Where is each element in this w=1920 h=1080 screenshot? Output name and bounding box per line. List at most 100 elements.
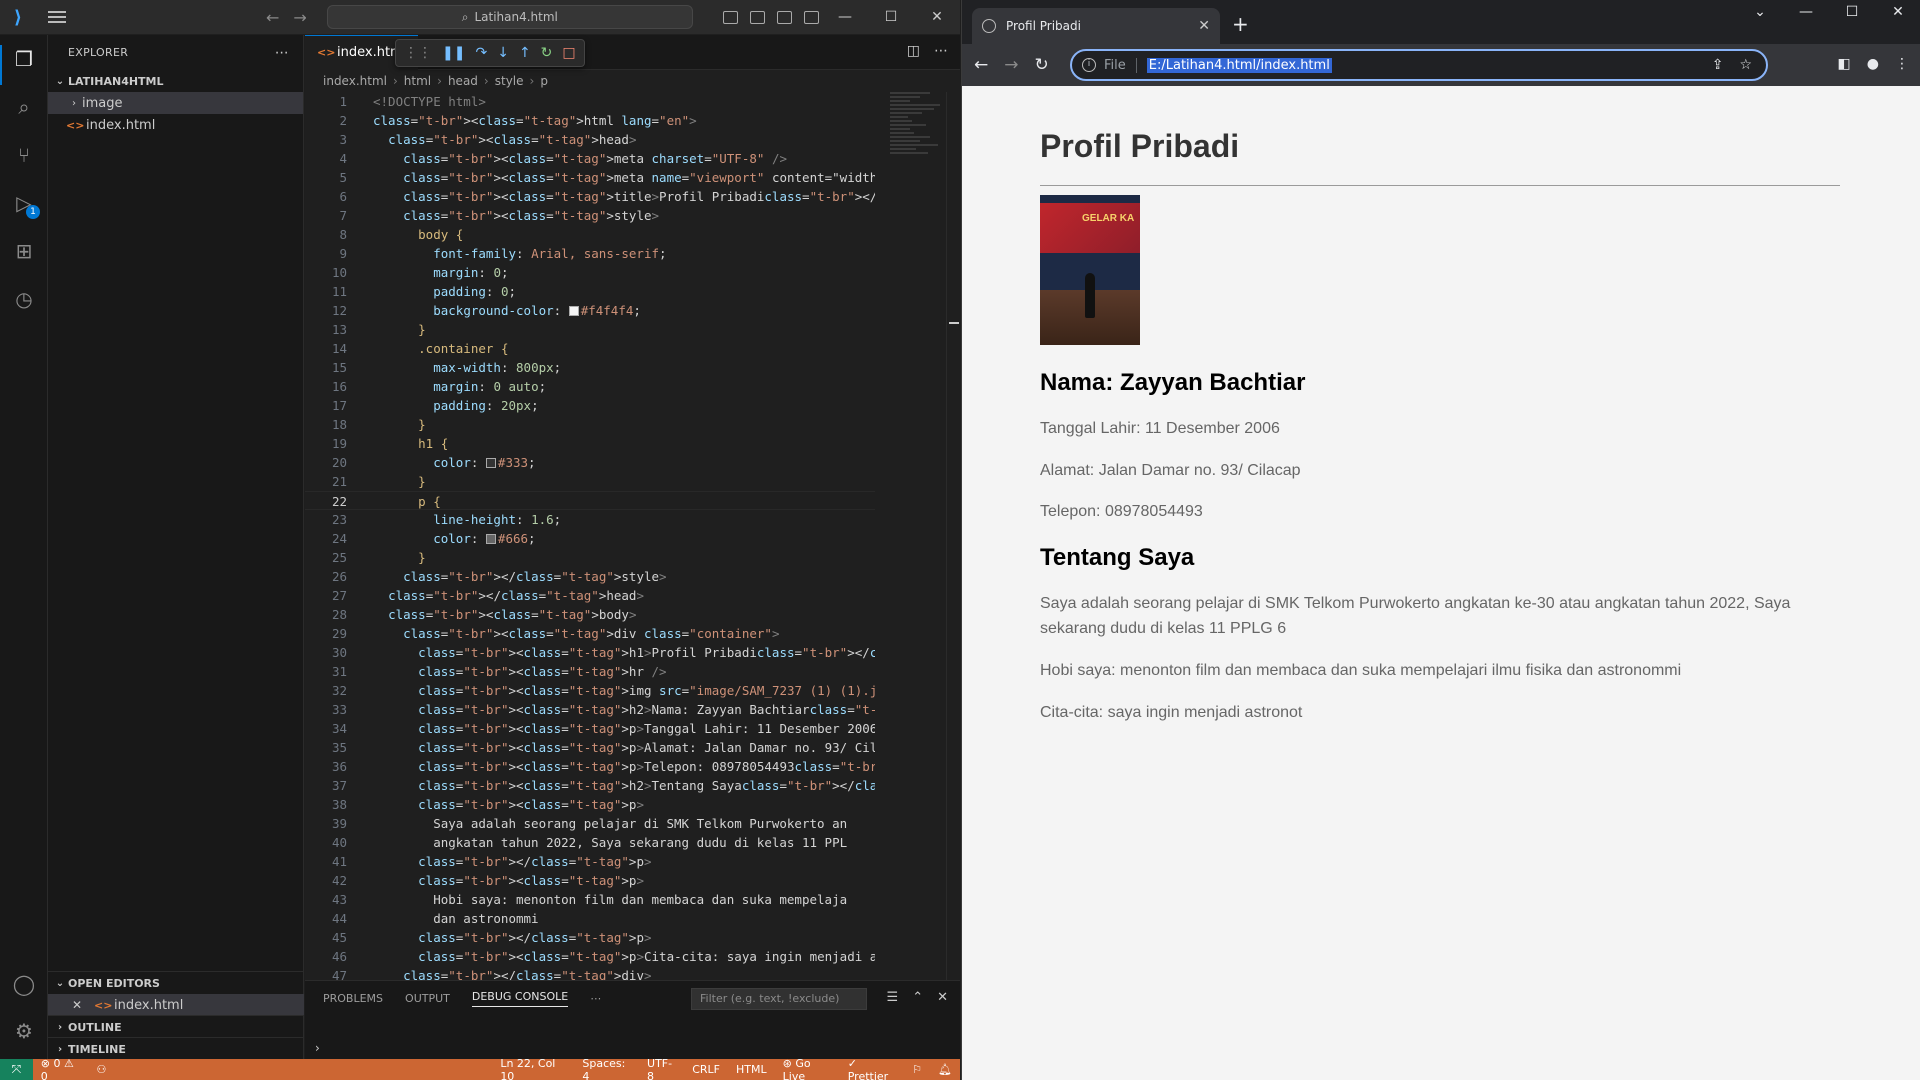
problems-status[interactable]: ⊗ 0 ⚠ 0 xyxy=(33,1057,89,1080)
maximize-icon[interactable]: ☐ xyxy=(1829,4,1875,20)
open-editor-item[interactable]: ✕ <> index.html xyxy=(48,994,304,1016)
code-line[interactable]: 35 class="t-br"><class="t-tag">p>Alamat:… xyxy=(305,738,875,757)
code-line[interactable]: 26 class="t-br"></class="t-tag">style> xyxy=(305,567,875,586)
code-line[interactable]: 20 color: #333; xyxy=(305,453,875,472)
folder-section[interactable]: ⌄ LATIHAN4HTML xyxy=(48,70,303,92)
pause-icon[interactable]: ❚❚ xyxy=(442,45,465,61)
customize-layout-icon[interactable] xyxy=(803,10,819,24)
code-line[interactable]: 25 } xyxy=(305,548,875,567)
code-line[interactable]: 38 class="t-br"><class="t-tag">p> xyxy=(305,795,875,814)
notifications-icon[interactable]: 🔔︎ xyxy=(930,1063,960,1076)
breadcrumb-item[interactable]: head xyxy=(448,74,478,88)
search-icon[interactable]: ⌕ xyxy=(12,95,36,119)
forward-arrow-icon[interactable]: → xyxy=(293,8,306,27)
close-icon[interactable]: ✕ xyxy=(1875,4,1920,20)
code-line[interactable]: 14 .container { xyxy=(305,339,875,358)
code-line[interactable]: 44 dan astronommi xyxy=(305,909,875,928)
code-line[interactable]: 18 } xyxy=(305,415,875,434)
cursor-position[interactable]: Ln 22, Col 10 xyxy=(492,1057,574,1080)
step-over-icon[interactable]: ↷ xyxy=(475,45,487,61)
maximize-panel-icon[interactable]: ⌃ xyxy=(912,990,923,1005)
code-line[interactable]: 19 h1 { xyxy=(305,434,875,453)
run-debug-icon[interactable]: ▷ 1 xyxy=(12,191,40,219)
browser-tab[interactable]: Profil Pribadi ✕ xyxy=(972,8,1220,44)
code-line[interactable]: 37 class="t-br"><class="t-tag">h2>Tentan… xyxy=(305,776,875,795)
menu-icon[interactable] xyxy=(48,11,66,23)
more-actions-icon[interactable]: ⋯ xyxy=(275,45,289,61)
code-line[interactable]: 29 class="t-br"><class="t-tag">div class… xyxy=(305,624,875,643)
extensions-icon[interactable]: ⊞ xyxy=(12,239,36,263)
eol-status[interactable]: CRLF xyxy=(684,1063,728,1076)
toggle-secondary-sidebar-icon[interactable] xyxy=(776,10,792,24)
code-line[interactable]: 47 class="t-br"></class="t-tag">div> xyxy=(305,966,875,980)
code-editor[interactable]: 1 <!DOCTYPE html> 2 class="t-br"><class="t-… xyxy=(305,92,875,980)
code-line[interactable]: 43 Hobi saya: menonton film dan membaca … xyxy=(305,890,875,909)
console-filter-input[interactable]: Filter (e.g. text, !exclude) xyxy=(691,988,867,1010)
minimize-icon[interactable]: — xyxy=(822,9,868,25)
code-line[interactable]: 33 class="t-br"><class="t-tag">h2>Nama: … xyxy=(305,700,875,719)
account-icon[interactable]: ◯ xyxy=(12,972,36,996)
profile-icon[interactable]: ● xyxy=(1867,56,1879,72)
indentation-status[interactable]: Spaces: 4 xyxy=(574,1057,639,1080)
close-tab-icon[interactable]: ✕ xyxy=(1198,18,1210,34)
step-into-icon[interactable]: ↓ xyxy=(497,45,509,61)
code-line[interactable]: 4 class="t-br"><class="t-tag">meta chars… xyxy=(305,149,875,168)
explorer-icon[interactable]: ❐ xyxy=(12,47,36,71)
source-control-icon[interactable]: ⑂ xyxy=(12,143,36,167)
go-live-button[interactable]: ⊛ Go Live xyxy=(775,1057,840,1080)
minimize-icon[interactable]: — xyxy=(1783,4,1829,20)
code-line[interactable]: 23 line-height: 1.6; xyxy=(305,510,875,529)
code-line[interactable]: 27 class="t-br"></class="t-tag">head> xyxy=(305,586,875,605)
code-line[interactable]: 40 angkatan tahun 2022, Saya sekarang du… xyxy=(305,833,875,852)
vertical-scrollbar[interactable] xyxy=(946,92,960,980)
forward-arrow-icon[interactable]: → xyxy=(1004,55,1018,75)
code-line[interactable]: 22 p { xyxy=(305,491,875,510)
code-line[interactable]: 34 class="t-br"><class="t-tag">p>Tanggal… xyxy=(305,719,875,738)
code-line[interactable]: 24 color: #666; xyxy=(305,529,875,548)
split-editor-icon[interactable]: ◫ xyxy=(907,43,920,59)
code-line[interactable]: 1 <!DOCTYPE html> xyxy=(305,92,875,111)
remote-icon[interactable]: ⤧ xyxy=(0,1059,33,1080)
breadcrumb-item[interactable]: p xyxy=(540,74,548,88)
code-line[interactable]: 13 } xyxy=(305,320,875,339)
code-line[interactable]: 46 class="t-br"><class="t-tag">p>Cita-ci… xyxy=(305,947,875,966)
site-info-icon[interactable]: i xyxy=(1082,58,1096,72)
new-tab-icon[interactable]: + xyxy=(1232,12,1249,36)
toggle-sidebar-icon[interactable] xyxy=(722,10,738,24)
code-line[interactable]: 32 class="t-br"><class="t-tag">img src="… xyxy=(305,681,875,700)
language-status[interactable]: HTML xyxy=(728,1063,775,1076)
back-arrow-icon[interactable]: ← xyxy=(266,8,279,27)
code-line[interactable]: 3 class="t-br"><class="t-tag">head> xyxy=(305,130,875,149)
maximize-icon[interactable]: ☐ xyxy=(868,9,914,25)
reload-icon[interactable]: ↻ xyxy=(1035,55,1049,75)
minimap[interactable] xyxy=(890,92,946,212)
tab-search-icon[interactable]: ⌄ xyxy=(1737,4,1783,20)
restart-icon[interactable]: ↻ xyxy=(541,45,553,61)
code-line[interactable]: 39 Saya adalah seorang pelajar di SMK Te… xyxy=(305,814,875,833)
stop-icon[interactable]: □ xyxy=(562,45,575,61)
url-text[interactable]: E:/Latihan4.html/index.html xyxy=(1146,57,1332,73)
prettier-status[interactable]: ✓ Prettier xyxy=(840,1057,904,1080)
code-line[interactable]: 36 class="t-br"><class="t-tag">p>Telepon… xyxy=(305,757,875,776)
code-line[interactable]: 12 background-color: #f4f4f4; xyxy=(305,301,875,320)
clear-console-icon[interactable]: ☰ xyxy=(887,990,899,1005)
tree-file-index[interactable]: <> index.html xyxy=(48,114,303,136)
code-line[interactable]: 6 class="t-br"><class="t-tag">title>Prof… xyxy=(305,187,875,206)
open-editors-header[interactable]: ⌄ OPEN EDITORS xyxy=(48,972,304,994)
close-panel-icon[interactable]: ✕ xyxy=(937,990,948,1005)
code-line[interactable]: 45 class="t-br"></class="t-tag">p> xyxy=(305,928,875,947)
side-panel-icon[interactable]: ◧ xyxy=(1838,56,1851,72)
command-center[interactable]: ⌕ Latihan4.html xyxy=(326,5,693,29)
code-line[interactable]: 15 max-width: 800px; xyxy=(305,358,875,377)
drag-handle-icon[interactable]: ⋮⋮ xyxy=(404,45,432,61)
tab-debug-console[interactable]: DEBUG CONSOLE xyxy=(471,990,569,1007)
back-arrow-icon[interactable]: ← xyxy=(974,55,988,75)
share-icon[interactable]: ⇪ xyxy=(1712,57,1724,73)
tree-folder-image[interactable]: › image xyxy=(48,92,303,114)
feedback-icon[interactable]: ⚐ xyxy=(904,1063,930,1076)
close-icon[interactable]: ✕ xyxy=(914,9,960,25)
tab-output[interactable]: OUTPUT xyxy=(405,992,450,1005)
breadcrumb-item[interactable]: index.html xyxy=(323,74,387,88)
code-line[interactable]: 16 margin: 0 auto; xyxy=(305,377,875,396)
code-line[interactable]: 28 class="t-br"><class="t-tag">body> xyxy=(305,605,875,624)
